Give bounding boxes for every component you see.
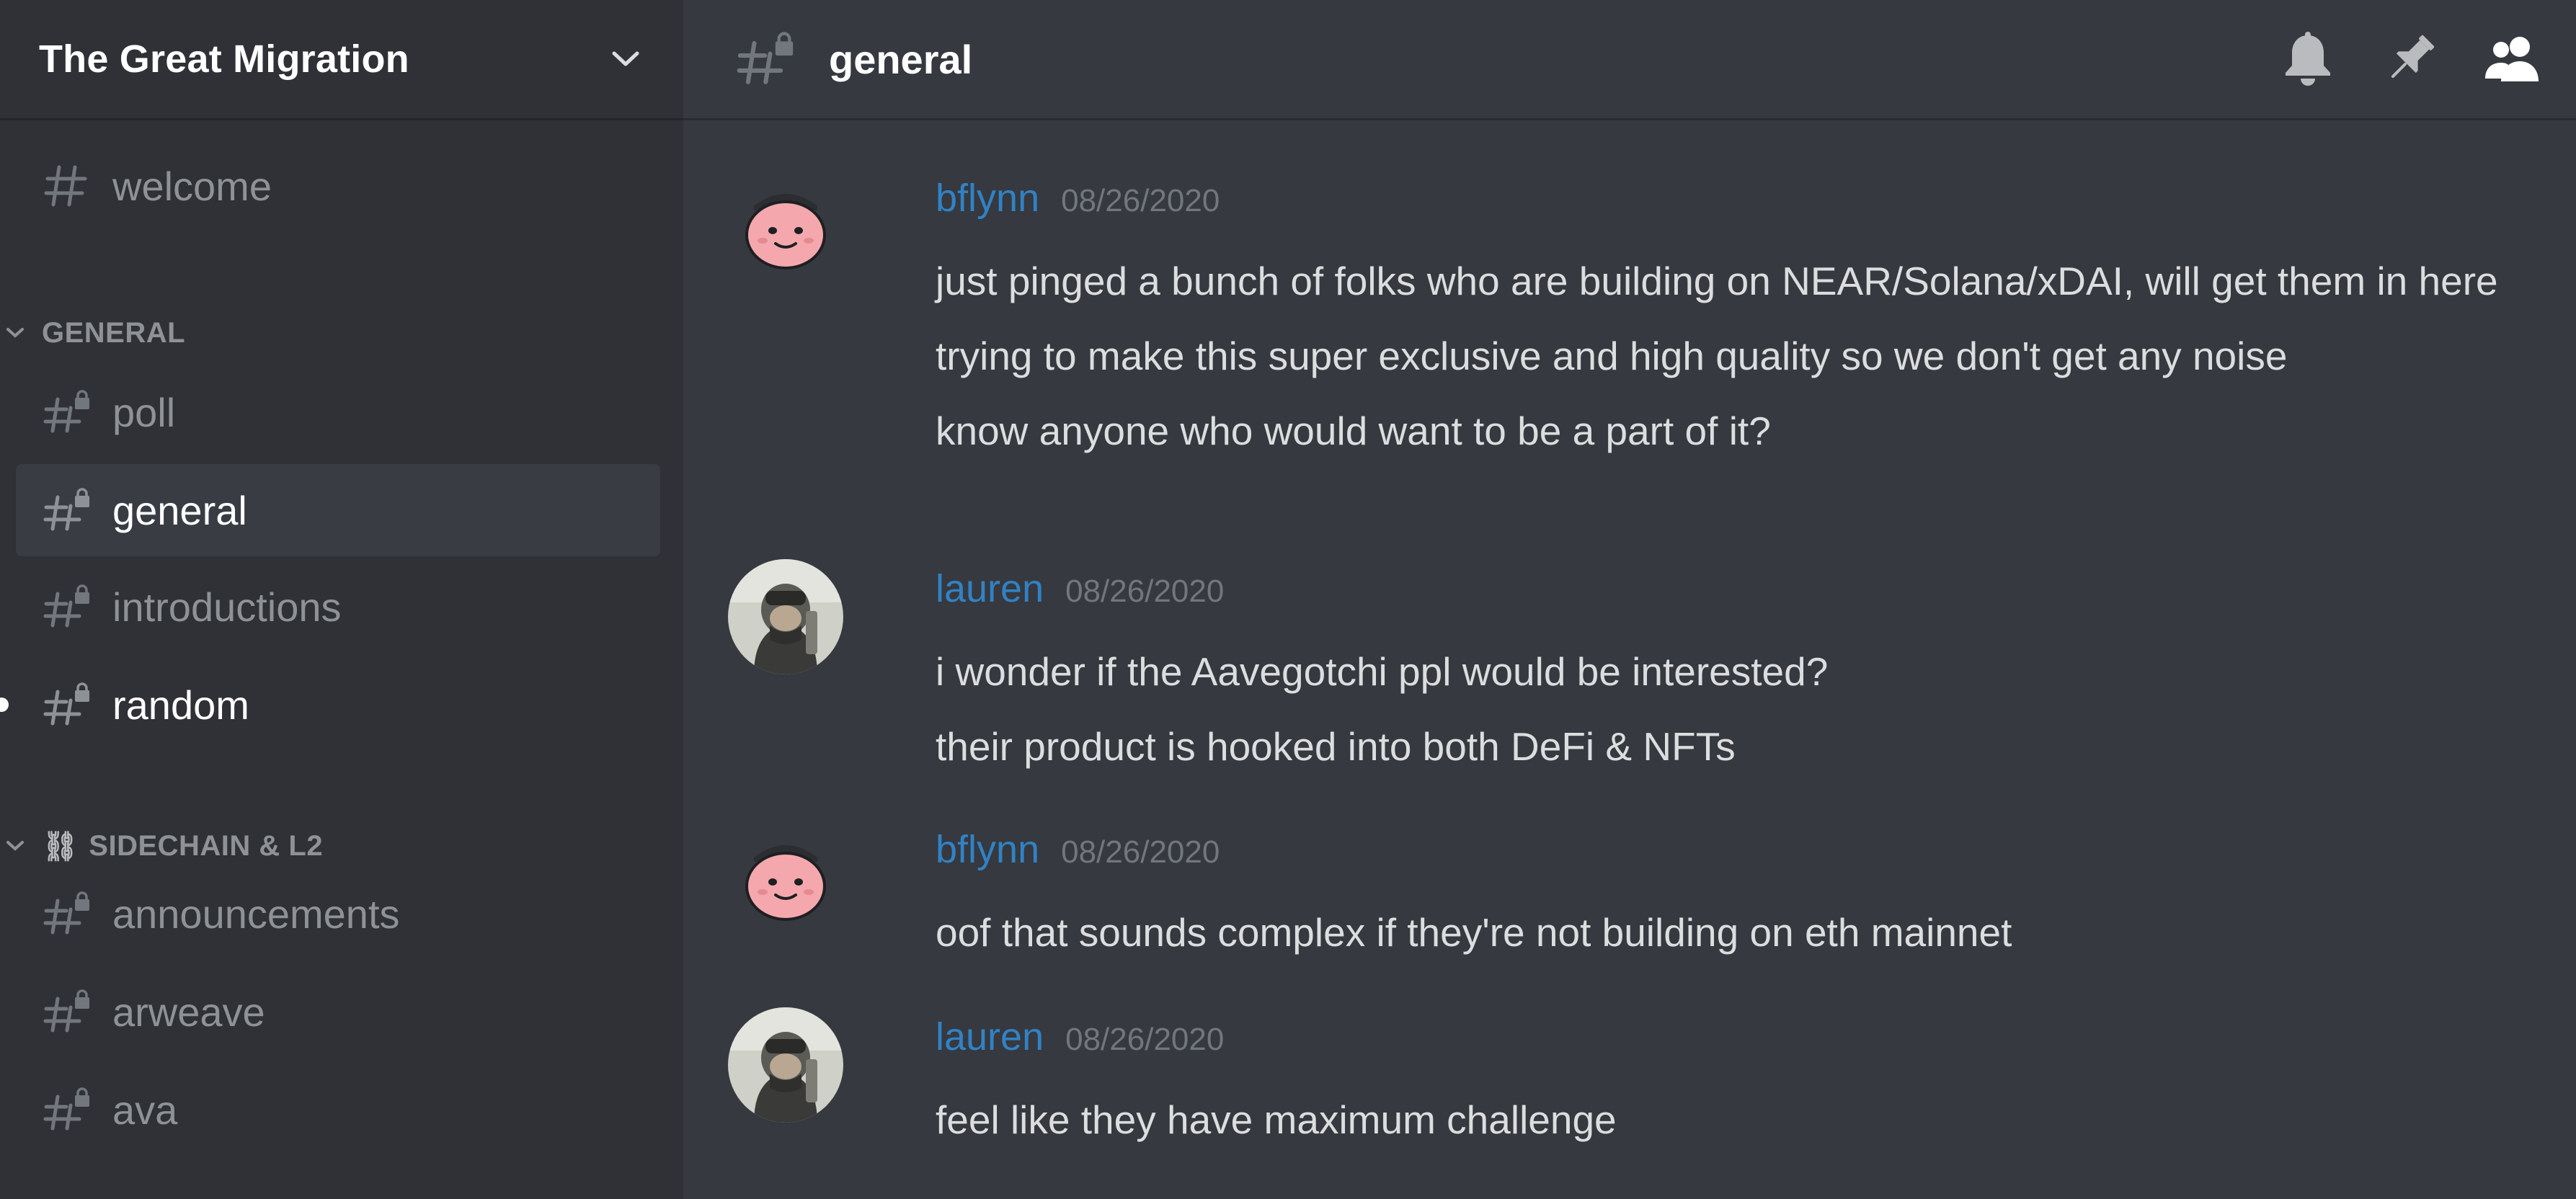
hash-lock-icon [43, 989, 95, 1035]
username[interactable]: lauren [936, 1015, 1044, 1059]
message-text: know anyone who would want to be a part … [936, 409, 1771, 453]
members-icon[interactable] [2474, 20, 2551, 98]
category-general[interactable]: GENERAL [6, 311, 185, 355]
channel-sidebar: The Great Migration welcome GENERAL poll [0, 0, 683, 1199]
message-header: lauren 08/26/2020 [936, 566, 2521, 628]
channel-header: general [683, 0, 2576, 118]
chain-emoji-icon: ⛓ [42, 829, 79, 863]
timestamp: 08/26/2020 [1065, 1022, 1225, 1057]
message-body: bflynn 08/26/2020 just pinged a bunch of… [936, 176, 2521, 463]
channel-poll[interactable]: poll [16, 366, 660, 458]
hash-lock-icon [43, 1087, 95, 1133]
chat-area: general bflynn 08/26/2020 just pinged a … [683, 0, 2576, 1199]
message-group: bflynn 08/26/2020 oof that sounds comple… [728, 820, 2530, 971]
message-header: bflynn 08/26/2020 [936, 827, 2521, 889]
message-list: bflynn 08/26/2020 just pinged a bunch of… [683, 118, 2576, 1199]
channel-label: poll [112, 389, 176, 435]
server-header[interactable]: The Great Migration [0, 0, 683, 118]
channel-label: random [112, 682, 249, 728]
message-body: lauren 08/26/2020 i wonder if the Aavego… [936, 566, 2521, 778]
channel-welcome[interactable]: welcome [16, 140, 660, 232]
channel-label: announcements [112, 891, 400, 937]
message-text: feel like they have maximum challenge [936, 1097, 1617, 1142]
channel-arweave[interactable]: arweave [16, 966, 660, 1058]
avatar[interactable] [728, 169, 843, 284]
channel-title: general [829, 36, 973, 82]
username[interactable]: bflynn [936, 827, 1039, 872]
message-text: oof that sounds complex if they're not b… [936, 910, 2012, 955]
message-text: trying to make this super exclusive and … [936, 334, 2288, 378]
channel-label: introductions [112, 584, 342, 630]
hash-lock-icon [43, 891, 95, 937]
message-header: lauren 08/26/2020 [936, 1015, 2521, 1077]
message-body: lauren 08/26/2020 feel like they have ma… [936, 1015, 2521, 1151]
message-group: lauren 08/26/2020 feel like they have ma… [728, 1007, 2530, 1159]
timestamp: 08/26/2020 [1061, 834, 1220, 870]
hash-lock-icon [737, 30, 800, 88]
username[interactable]: bflynn [936, 176, 1039, 220]
hash-lock-icon [43, 682, 95, 728]
category-label: SIDECHAIN & L2 [89, 829, 324, 862]
message-text: just pinged a bunch of folks who are bui… [936, 259, 2498, 303]
message-body: bflynn 08/26/2020 oof that sounds comple… [936, 827, 2521, 964]
chevron-down-icon [6, 321, 30, 345]
avatar[interactable] [728, 820, 843, 935]
channel-list: welcome GENERAL poll general introductio… [0, 118, 683, 1199]
bell-icon[interactable] [2269, 20, 2347, 98]
message-group: bflynn 08/26/2020 just pinged a bunch of… [728, 169, 2530, 551]
message-text: i wonder if the Aavegotchi ppl would be … [936, 649, 1829, 694]
hash-lock-icon [43, 584, 95, 630]
avatar[interactable] [728, 559, 843, 674]
pin-icon[interactable] [2371, 20, 2449, 98]
discord-window: The Great Migration welcome GENERAL poll [0, 0, 2576, 1199]
channel-ava[interactable]: ava [16, 1064, 660, 1156]
category-sidechain-l2[interactable]: ⛓ SIDECHAIN & L2 [6, 824, 323, 868]
message-header: bflynn 08/26/2020 [936, 176, 2521, 238]
timestamp: 08/26/2020 [1061, 183, 1220, 218]
message-group: lauren 08/26/2020 i wonder if the Aavego… [728, 559, 2530, 783]
avatar[interactable] [728, 1007, 843, 1123]
pink-face-avatar [728, 169, 843, 284]
timestamp: 08/26/2020 [1065, 574, 1225, 609]
channel-label: arweave [112, 989, 265, 1035]
hash-icon [43, 163, 95, 209]
channel-general[interactable]: general [16, 464, 660, 556]
hash-lock-icon [43, 487, 95, 533]
channel-introductions[interactable]: introductions [16, 561, 660, 653]
pink-face-avatar [728, 820, 843, 935]
server-name: The Great Migration [39, 37, 409, 81]
chevron-down-icon [6, 834, 30, 858]
channel-label: welcome [112, 163, 272, 209]
channel-label: ava [112, 1087, 178, 1133]
channel-label: general [112, 487, 247, 533]
chevron-down-icon[interactable] [605, 39, 646, 79]
category-label: GENERAL [42, 316, 186, 349]
photo-avatar [728, 559, 843, 674]
message-text: their product is hooked into both DeFi &… [936, 724, 1736, 769]
username[interactable]: lauren [936, 566, 1044, 611]
hash-lock-icon [43, 389, 95, 435]
channel-announcements[interactable]: announcements [16, 868, 660, 960]
header-toolbar [2244, 20, 2551, 98]
photo-avatar [728, 1007, 843, 1123]
unread-indicator [0, 697, 9, 712]
channel-random[interactable]: random [0, 659, 660, 751]
